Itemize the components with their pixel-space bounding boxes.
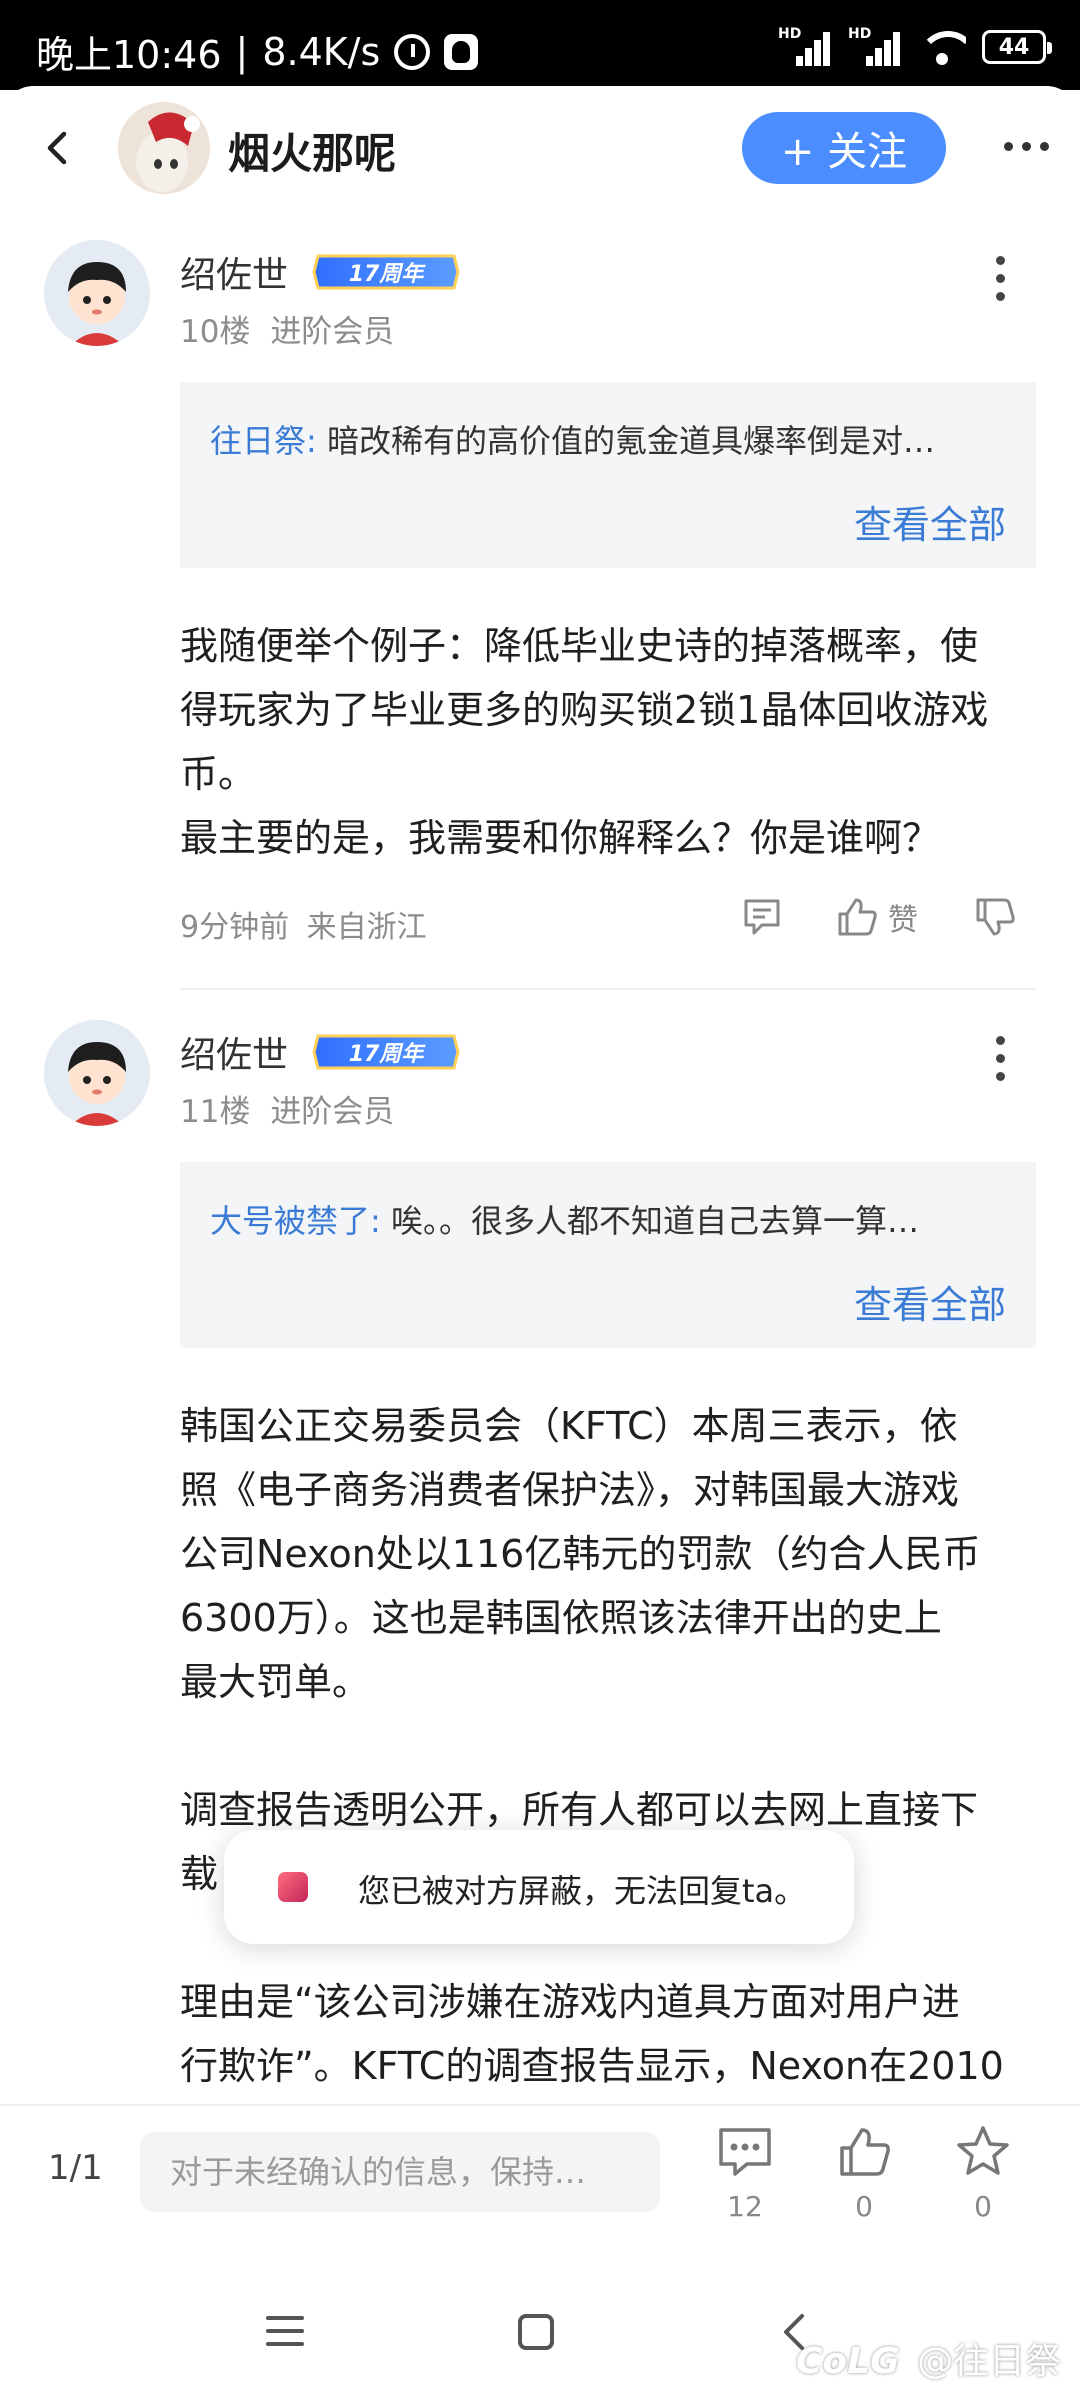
post-line: 得玩家为了毕业更多的购买锁2锁1晶体回收游戏 bbox=[180, 688, 989, 732]
author-avatar[interactable] bbox=[118, 102, 210, 194]
quote-text: 唉。。很多人都不知道自己去算一算… bbox=[380, 1202, 919, 1240]
comment-icon[interactable] bbox=[740, 895, 784, 939]
quoted-reply[interactable]: 往日祭: 暗改稀有的高价值的氪金道具爆率倒是对… 查看全部 bbox=[180, 382, 1036, 568]
post-line: 照《电子商务消费者保护法》，对韩国最大游戏 bbox=[180, 1468, 960, 1512]
post-line: 币。 bbox=[180, 752, 257, 796]
quoted-reply[interactable]: 大号被禁了: 唉。。很多人都不知道自己去算一算… 查看全部 bbox=[180, 1162, 1036, 1348]
like-count: 0 bbox=[855, 2190, 873, 2223]
post-body: 韩国公正交易委员会（KFTC）本周三表示，依 照《电子商务消费者保护法》，对韩国… bbox=[180, 1394, 1040, 2098]
post-actions: 赞 bbox=[740, 894, 1018, 940]
username[interactable]: 绍佐世 bbox=[180, 246, 288, 298]
recent-apps-icon[interactable] bbox=[266, 2316, 304, 2346]
post-line: 公司Nexon处以116亿韩元的罚款（约合人民币 bbox=[180, 1532, 981, 1576]
post-time: 9分钟前 bbox=[180, 910, 290, 945]
wifi-icon bbox=[918, 29, 966, 65]
post-line bbox=[180, 1714, 1040, 1778]
follow-label: + 关注 bbox=[780, 129, 908, 175]
username[interactable]: 绍佐世 bbox=[180, 1026, 288, 1078]
post-line: 行欺诈”。KFTC的调查报告显示，Nexon在2010 bbox=[180, 2044, 1004, 2088]
status-bar: 晚上10:46 | 8.4K/s HD HD 44 bbox=[0, 0, 1080, 90]
dislike-icon[interactable] bbox=[972, 894, 1018, 940]
reply-post: 绍佐世 17周年 10楼 进阶会员 往日祭: 暗改稀有的高价值的氪金道具爆率倒是… bbox=[0, 214, 1080, 994]
post-more-icon[interactable] bbox=[996, 256, 1005, 301]
watermark-logo: CoLG bbox=[796, 2341, 900, 2382]
blocked-toast: 您已被对方屏蔽，无法回复ta。 bbox=[224, 1830, 854, 1944]
post-line: 最主要的是，我需要和你解释么？你是谁啊？ bbox=[180, 816, 941, 860]
star-icon bbox=[957, 2126, 1009, 2175]
like-icon[interactable] bbox=[834, 894, 880, 940]
post-line: 我随便举个例子：降低毕业史诗的掉落概率，使 bbox=[180, 624, 979, 668]
post-location: 来自浙江 bbox=[306, 910, 427, 945]
badge-label: 17周年 bbox=[349, 261, 427, 287]
signal-icon: HD bbox=[778, 26, 832, 66]
comment-icon bbox=[719, 2128, 771, 2176]
favorite-button[interactable]: 0 bbox=[938, 2124, 1028, 2223]
floor-info: 10楼 进阶会员 bbox=[180, 306, 394, 351]
like-button[interactable]: 0 bbox=[819, 2124, 909, 2223]
bottom-action-bar: 1/1 对于未经确认的信息，保持… 12 0 0 bbox=[0, 2104, 1080, 2272]
post-line: 最大罚单。 bbox=[180, 1660, 371, 1704]
member-level: 进阶会员 bbox=[270, 314, 395, 350]
app-logo-icon bbox=[278, 1872, 308, 1902]
view-all-link[interactable]: 查看全部 bbox=[854, 1274, 1006, 1329]
user-avatar[interactable] bbox=[44, 240, 150, 346]
post-body: 我随便举个例子：降低毕业史诗的掉落概率，使 得玩家为了毕业更多的购买锁2锁1晶体… bbox=[180, 614, 1040, 870]
page-indicator[interactable]: 1/1 bbox=[48, 2148, 103, 2188]
anniversary-badge: 17周年 bbox=[312, 254, 460, 290]
anniversary-badge: 17周年 bbox=[312, 1034, 460, 1070]
floor-info: 11楼 进阶会员 bbox=[180, 1086, 394, 1131]
reply-input[interactable]: 对于未经确认的信息，保持… bbox=[140, 2132, 660, 2212]
post-line: 韩国公正交易委员会（KFTC）本周三表示，依 bbox=[180, 1404, 958, 1448]
comment-count: 12 bbox=[727, 2190, 763, 2223]
post-line: 6300万）。这也是韩国依照该法律开出的史上 bbox=[180, 1596, 942, 1640]
star-count: 0 bbox=[974, 2190, 992, 2223]
post-line: 理由是“该公司涉嫌在游戏内道具方面对用户进 bbox=[180, 1980, 960, 2024]
quote-text: 暗改稀有的高价值的氪金道具爆率倒是对… bbox=[316, 422, 935, 460]
view-all-link[interactable]: 查看全部 bbox=[854, 494, 1006, 549]
badge-label: 17周年 bbox=[349, 1041, 427, 1067]
alarm-icon bbox=[394, 33, 431, 70]
qq-notification-icon bbox=[444, 33, 479, 70]
more-options-icon[interactable] bbox=[1004, 142, 1049, 151]
toast-message: 您已被对方屏蔽，无法回复ta。 bbox=[358, 1872, 807, 1910]
post-meta: 9分钟前 来自浙江 bbox=[180, 902, 427, 946]
quote-author[interactable]: 往日祭: bbox=[210, 422, 317, 460]
status-time: 晚上10:46 bbox=[36, 33, 222, 77]
user-avatar[interactable] bbox=[44, 1020, 150, 1126]
thread-author-name[interactable]: 烟火那呢 bbox=[228, 120, 396, 181]
back-arrow-icon[interactable] bbox=[38, 128, 78, 168]
watermark-text: @往日祭 bbox=[917, 2341, 1062, 2382]
follow-button[interactable]: + 关注 bbox=[742, 112, 946, 184]
system-nav-bar: CoLG @往日祭 bbox=[0, 2272, 1080, 2400]
battery-icon: 44 bbox=[982, 30, 1052, 64]
post-more-icon[interactable] bbox=[996, 1036, 1005, 1081]
post-divider bbox=[180, 988, 1036, 990]
home-icon[interactable] bbox=[518, 2314, 554, 2350]
floor-number: 10楼 bbox=[180, 314, 251, 350]
like-icon bbox=[840, 2128, 890, 2176]
thread-header: 烟火那呢 + 关注 bbox=[0, 86, 1080, 214]
comment-button[interactable]: 12 bbox=[700, 2124, 790, 2223]
floor-number: 11楼 bbox=[180, 1094, 251, 1130]
network-speed: 8.4K/s bbox=[262, 29, 381, 74]
quote-author[interactable]: 大号被禁了: bbox=[210, 1202, 381, 1240]
member-level: 进阶会员 bbox=[270, 1094, 395, 1130]
status-separator: | bbox=[235, 29, 249, 74]
signal-icon-2: HD bbox=[848, 26, 902, 66]
like-label[interactable]: 赞 bbox=[888, 895, 918, 939]
battery-level: 44 bbox=[998, 34, 1030, 60]
watermark: CoLG @往日祭 bbox=[796, 2332, 1061, 2384]
